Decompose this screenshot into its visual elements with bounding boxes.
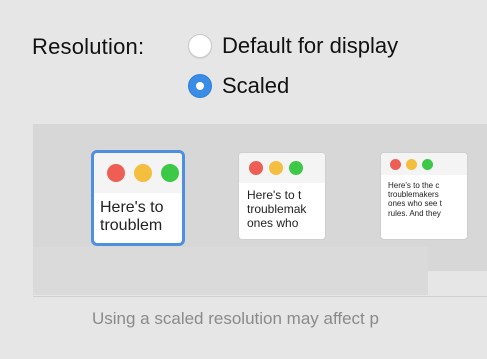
minimize-dot-icon (269, 161, 283, 175)
sample-text: Here's to t troublemak ones who (247, 188, 307, 230)
radio-dot-icon (196, 82, 204, 90)
close-dot-icon (107, 164, 125, 182)
zoom-dot-icon (422, 158, 433, 170)
scale-option-larger-text[interactable]: Here's to troublem (91, 150, 185, 246)
close-dot-icon (249, 161, 263, 175)
close-dot-icon (390, 158, 401, 170)
resolution-label: Resolution: (32, 34, 145, 59)
window-titlebar (381, 153, 467, 175)
radio-label-default: Default for display (222, 33, 399, 58)
sample-text: Here's to troublem (100, 199, 164, 235)
scaled-preview-tail (428, 247, 487, 271)
radio-default-for-display[interactable]: Default for display (188, 33, 398, 59)
scale-option-more-space[interactable]: Here's to the c troublemakers ones who s… (380, 152, 468, 240)
scaled-preview-strip (33, 247, 428, 295)
zoom-dot-icon (161, 164, 179, 182)
radio-button-selected[interactable] (188, 74, 212, 98)
minimize-dot-icon (134, 164, 152, 182)
scale-option-medium[interactable]: Here's to t troublemak ones who (238, 152, 326, 240)
zoom-dot-icon (289, 161, 303, 175)
radio-label-scaled: Scaled (222, 73, 290, 98)
radio-scaled[interactable]: Scaled (188, 73, 289, 99)
sample-text: Here's to the c troublemakers ones who s… (388, 181, 442, 218)
window-titlebar (94, 153, 182, 193)
window-titlebar (239, 153, 325, 183)
minimize-dot-icon (406, 158, 417, 170)
scaled-resolution-footnote: Using a scaled resolution may affect p (92, 309, 379, 328)
radio-button-unselected[interactable] (188, 34, 212, 58)
divider (33, 296, 487, 297)
